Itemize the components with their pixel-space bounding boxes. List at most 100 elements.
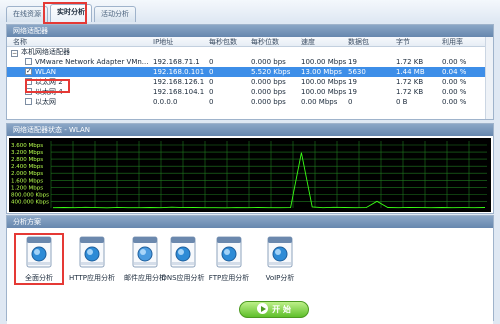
y-tick-label: 3.200 Mbps [11, 150, 43, 156]
y-tick-label: 1.600 Mbps [11, 178, 43, 184]
adapter-speed-cell: 100.00 Mbps [301, 58, 347, 66]
adapter-pps-cell: 0 [209, 68, 214, 76]
adapter-bps-cell: 5.520 Kbps [251, 68, 291, 76]
adapter-ip-cell: 192.168.104.1 [153, 88, 205, 96]
traffic-chart: 3.600 Mbps 3.200 Mbps 2.800 Mbps 2.400 Mbps… [9, 138, 491, 212]
adapter-checkbox[interactable] [25, 58, 32, 65]
adapters-panel-title: 网络适配器 [7, 25, 493, 37]
http-analysis-icon [77, 236, 107, 268]
adapter-packets-cell: 19 [348, 78, 357, 86]
col-bytes[interactable]: 字节 [396, 37, 410, 47]
adapter-name-cell: 以太网 2 [25, 77, 151, 87]
adapter-checkbox[interactable] [25, 67, 32, 76]
col-speed[interactable]: 速度 [301, 37, 315, 47]
ftp-analysis-icon [214, 236, 244, 268]
traffic-chart-svg: 3.600 Mbps3.200 Mbps2.800 Mbps2.400 Mbps… [11, 141, 487, 209]
adapter-name-cell: 以太网 [25, 97, 151, 107]
adapter-row[interactable]: VMware Network Adapter VMn... 192.168.71.… [7, 57, 493, 67]
adapter-name: 以太网 [35, 98, 56, 106]
tab-realtime-analysis[interactable]: 实时分析 [50, 4, 92, 22]
adapter-name-cell: WLAN [25, 67, 151, 77]
chart-panel: 网络适配器状态 - WLAN 3.600 Mbps 3.200 Mbps 2.800… [6, 123, 494, 214]
mail-analysis-icon [130, 236, 160, 268]
scheme-ftp-analysis[interactable]: FTP应用分析 [205, 236, 253, 283]
adapter-checkbox[interactable] [25, 98, 32, 105]
scheme-label: HTTP应用分析 [69, 274, 115, 282]
adapter-row[interactable]: WLAN 192.168.0.101 0 5.520 Kbps 13.00 Mbps 56… [7, 67, 493, 77]
col-packets[interactable]: 数据包 [348, 37, 369, 47]
collapse-icon[interactable]: − [11, 50, 18, 57]
tab-bar: 在线资源 实时分析 活动分析 [0, 0, 500, 22]
adapters-panel: 网络适配器 名称 IP地址 每秒包数 每秒位数 速度 数据包 字节 利用率 − 本… [6, 24, 494, 120]
scheme-http-analysis[interactable]: HTTP应用分析 [68, 236, 116, 283]
scheme-dns-analysis[interactable]: DNS应用分析 [159, 236, 207, 283]
adapter-name: 以太网 2 [35, 78, 63, 86]
scheme-voip-analysis[interactable]: VoIP分析 [256, 236, 304, 283]
y-tick-label: 2.000 Mbps [11, 171, 43, 177]
analysis-body: 开 始 全面分析 HTTP应用分析 邮件应用分析 DNS应用分析 FTP应用分析 VoIP… [7, 228, 493, 324]
adapter-bps-cell: 0.000 bps [251, 88, 286, 96]
adapter-pps-cell: 0 [209, 88, 214, 96]
col-pps[interactable]: 每秒包数 [209, 37, 237, 47]
col-bps[interactable]: 每秒位数 [251, 37, 279, 47]
y-tick-label: 3.600 Mbps [11, 143, 43, 149]
adapter-bytes-cell: 1.72 KB [396, 58, 424, 66]
adapter-name-cell: 以太网 4 [25, 87, 151, 97]
adapter-util-cell: 0.00 % [442, 58, 467, 66]
tab-online-resources[interactable]: 在线资源 [6, 6, 48, 22]
adapters-table-header: 名称 IP地址 每秒包数 每秒位数 速度 数据包 字节 利用率 [7, 37, 493, 47]
adapter-packets-cell: 19 [348, 88, 357, 96]
dns-analysis-icon [168, 236, 198, 268]
y-tick-label: 2.800 Mbps [11, 157, 43, 163]
scheme-label: FTP应用分析 [208, 274, 250, 282]
adapter-util-cell: 0.00 % [442, 78, 467, 86]
full-analysis-icon [24, 236, 54, 268]
adapter-speed-cell: 100.00 Mbps [301, 88, 347, 96]
chart-panel-title: 网络适配器状态 - WLAN [7, 124, 493, 136]
y-tick-label: 400.000 Kbps [11, 199, 49, 205]
adapter-rows: VMware Network Adapter VMn... 192.168.71.… [7, 57, 493, 107]
scheme-label: 全面分析 [25, 274, 53, 282]
adapter-checkbox[interactable] [25, 88, 32, 95]
adapter-bps-cell: 0.000 bps [251, 98, 286, 106]
play-icon [257, 303, 269, 314]
adapter-row[interactable]: 以太网 4 192.168.104.1 0 0.000 bps 100.00 Mbps 1… [7, 87, 493, 97]
adapter-pps-cell: 0 [209, 78, 214, 86]
adapter-name: WLAN [35, 68, 57, 76]
col-name[interactable]: 名称 [13, 37, 27, 47]
scheme-label: VoIP分析 [265, 274, 295, 282]
y-tick-label: 800.000 Kbps [11, 192, 49, 198]
col-ip[interactable]: IP地址 [153, 37, 173, 47]
adapter-ip-cell: 192.168.126.1 [153, 78, 205, 86]
adapter-name: 以太网 4 [35, 88, 63, 96]
adapter-pps-cell: 0 [209, 58, 214, 66]
adapter-checkbox[interactable] [25, 78, 32, 85]
adapter-row[interactable]: 以太网 2 192.168.126.1 0 0.000 bps 100.00 Mbps 1… [7, 77, 493, 87]
adapter-bytes-cell: 1.44 MB [396, 68, 425, 76]
adapter-bps-cell: 0.000 bps [251, 58, 286, 66]
col-util[interactable]: 利用率 [442, 37, 463, 47]
adapter-row[interactable]: 以太网 0.0.0.0 0 0.000 bps 0.00 Mbps 0 0 B 0.00 % [7, 97, 493, 107]
y-tick-label: 2.400 Mbps [11, 164, 43, 170]
adapter-packets-cell: 5630 [348, 68, 366, 76]
voip-analysis-icon [265, 236, 295, 268]
start-button[interactable]: 开 始 [239, 301, 309, 318]
adapter-group-label: 本机网络适配器 [21, 48, 70, 56]
adapters-scrollbar[interactable] [485, 37, 493, 119]
adapter-packets-cell: 19 [348, 58, 357, 66]
adapter-name: VMware Network Adapter VMn... [35, 58, 149, 66]
y-tick-label: 1.200 Mbps [11, 185, 43, 191]
adapter-bytes-cell: 1.72 KB [396, 78, 424, 86]
adapter-util-cell: 0.00 % [442, 88, 467, 96]
analysis-panel: 分析方案 开 始 全面分析 HTTP应用分析 邮件应用分析 DNS应用分析 FTP应用分… [6, 215, 494, 324]
adapter-ip-cell: 0.0.0.0 [153, 98, 178, 106]
adapter-bytes-cell: 0 B [396, 98, 408, 106]
tab-activity-analysis[interactable]: 活动分析 [94, 6, 136, 22]
adapter-util-cell: 0.00 % [442, 98, 467, 106]
adapter-speed-cell: 0.00 Mbps [301, 98, 338, 106]
scheme-full-analysis[interactable]: 全面分析 [15, 236, 63, 283]
adapter-util-cell: 0.04 % [442, 68, 467, 76]
adapter-group-row[interactable]: − 本机网络适配器 [7, 47, 493, 57]
adapter-name-cell: VMware Network Adapter VMn... [25, 57, 151, 67]
adapter-speed-cell: 13.00 Mbps [301, 68, 342, 76]
